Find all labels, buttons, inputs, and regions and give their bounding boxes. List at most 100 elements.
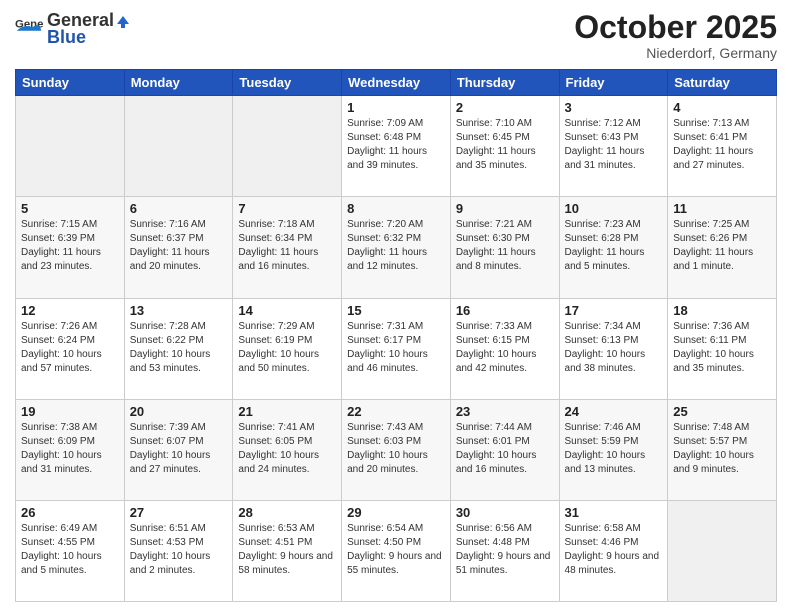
col-wednesday: Wednesday xyxy=(342,70,451,96)
day-number: 11 xyxy=(673,201,771,216)
calendar-cell: 27 Sunrise: 6:51 AMSunset: 4:53 PMDayligh… xyxy=(124,500,233,601)
day-number: 24 xyxy=(565,404,663,419)
day-number: 1 xyxy=(347,100,445,115)
day-number: 20 xyxy=(130,404,228,419)
calendar-cell: 25Sunrise: 7:48 AMSunset: 5:57 PMDayligh… xyxy=(668,399,777,500)
calendar-table: Sunday Monday Tuesday Wednesday Thursday… xyxy=(15,69,777,602)
day-number: 13 xyxy=(130,303,228,318)
day-number: 3 xyxy=(565,100,663,115)
day-info: Sunrise: 7:10 AMSunset: 6:45 PMDaylight:… xyxy=(456,117,554,173)
calendar-cell: 3 Sunrise: 7:12 AMSunset: 6:43 PMDaylight… xyxy=(559,96,668,197)
day-number: 27 xyxy=(130,505,228,520)
day-info: Sunrise: 7:44 AMSunset: 6:01 PMDaylight:… xyxy=(456,421,554,477)
calendar-cell: 6Sunrise: 7:16 AMSunset: 6:37 PMDaylight… xyxy=(124,197,233,298)
day-number: 17 xyxy=(565,303,663,318)
day-number: 31 xyxy=(565,505,663,520)
day-info: Sunrise: 6:54 AMSunset: 4:50 PMDaylight:… xyxy=(347,522,445,578)
day-number: 16 xyxy=(456,303,554,318)
calendar-cell: 26Sunrise: 6:49 AMSunset: 4:55 PMDayligh… xyxy=(16,500,125,601)
calendar-cell: 22 Sunrise: 7:43 AMSunset: 6:03 PMDayligh… xyxy=(342,399,451,500)
day-info: Sunrise: 7:39 AMSunset: 6:07 PMDaylight:… xyxy=(130,421,228,477)
day-info: Sunrise: 7:23 AMSunset: 6:28 PMDaylight:… xyxy=(565,218,663,274)
day-info: Sunrise: 7:41 AMSunset: 6:05 PMDaylight:… xyxy=(238,421,336,477)
calendar-cell: 12 Sunrise: 7:26 AMSunset: 6:24 PMDayligh… xyxy=(16,298,125,399)
calendar-cell xyxy=(233,96,342,197)
page: General General Blue October 2025 Nieder… xyxy=(0,0,792,612)
day-info: Sunrise: 7:26 AMSunset: 6:24 PMDaylight:… xyxy=(21,320,119,376)
day-number: 26 xyxy=(21,505,119,520)
day-number: 5 xyxy=(21,201,119,216)
day-info: Sunrise: 7:13 AMSunset: 6:41 PMDaylight:… xyxy=(673,117,771,173)
day-info: Sunrise: 6:58 AMSunset: 4:46 PMDaylight:… xyxy=(565,522,663,578)
calendar-header-row: Sunday Monday Tuesday Wednesday Thursday… xyxy=(16,70,777,96)
day-info: Sunrise: 6:56 AMSunset: 4:48 PMDaylight:… xyxy=(456,522,554,578)
calendar-week-1: 5 Sunrise: 7:15 AMSunset: 6:39 PMDaylight… xyxy=(16,197,777,298)
day-number: 9 xyxy=(456,201,554,216)
calendar-cell: 2 Sunrise: 7:10 AMSunset: 6:45 PMDaylight… xyxy=(450,96,559,197)
calendar-cell: 16 Sunrise: 7:33 AMSunset: 6:15 PMDayligh… xyxy=(450,298,559,399)
calendar-week-0: 1 Sunrise: 7:09 AMSunset: 6:48 PMDaylight… xyxy=(16,96,777,197)
day-number: 8 xyxy=(347,201,445,216)
day-number: 12 xyxy=(21,303,119,318)
calendar-cell: 20 Sunrise: 7:39 AMSunset: 6:07 PMDayligh… xyxy=(124,399,233,500)
calendar-cell: 5 Sunrise: 7:15 AMSunset: 6:39 PMDaylight… xyxy=(16,197,125,298)
day-number: 2 xyxy=(456,100,554,115)
day-info: Sunrise: 7:25 AMSunset: 6:26 PMDaylight:… xyxy=(673,218,771,274)
calendar-cell: 18 Sunrise: 7:36 AMSunset: 6:11 PMDayligh… xyxy=(668,298,777,399)
logo-icon: General xyxy=(15,15,43,43)
day-info: Sunrise: 7:31 AMSunset: 6:17 PMDaylight:… xyxy=(347,320,445,376)
calendar-cell: 28Sunrise: 6:53 AMSunset: 4:51 PMDayligh… xyxy=(233,500,342,601)
calendar-cell: 24 Sunrise: 7:46 AMSunset: 5:59 PMDayligh… xyxy=(559,399,668,500)
calendar-cell: 13 Sunrise: 7:28 AMSunset: 6:22 PMDayligh… xyxy=(124,298,233,399)
logo: General General Blue xyxy=(15,10,132,48)
day-info: Sunrise: 7:21 AMSunset: 6:30 PMDaylight:… xyxy=(456,218,554,274)
location: Niederdorf, Germany xyxy=(574,45,777,61)
day-info: Sunrise: 7:12 AMSunset: 6:43 PMDaylight:… xyxy=(565,117,663,173)
day-number: 15 xyxy=(347,303,445,318)
day-number: 23 xyxy=(456,404,554,419)
day-number: 21 xyxy=(238,404,336,419)
day-info: Sunrise: 7:28 AMSunset: 6:22 PMDaylight:… xyxy=(130,320,228,376)
calendar-cell: 1 Sunrise: 7:09 AMSunset: 6:48 PMDaylight… xyxy=(342,96,451,197)
day-info: Sunrise: 7:38 AMSunset: 6:09 PMDaylight:… xyxy=(21,421,119,477)
calendar-cell xyxy=(124,96,233,197)
header: General General Blue October 2025 Nieder… xyxy=(15,10,777,61)
day-info: Sunrise: 7:43 AMSunset: 6:03 PMDaylight:… xyxy=(347,421,445,477)
calendar-cell: 11 Sunrise: 7:25 AMSunset: 6:26 PMDayligh… xyxy=(668,197,777,298)
calendar-cell: 23 Sunrise: 7:44 AMSunset: 6:01 PMDayligh… xyxy=(450,399,559,500)
calendar-week-3: 19 Sunrise: 7:38 AMSunset: 6:09 PMDayligh… xyxy=(16,399,777,500)
calendar-week-2: 12 Sunrise: 7:26 AMSunset: 6:24 PMDayligh… xyxy=(16,298,777,399)
day-number: 6 xyxy=(130,201,228,216)
calendar-cell: 10Sunrise: 7:23 AMSunset: 6:28 PMDayligh… xyxy=(559,197,668,298)
col-saturday: Saturday xyxy=(668,70,777,96)
day-info: Sunrise: 7:36 AMSunset: 6:11 PMDaylight:… xyxy=(673,320,771,376)
day-number: 22 xyxy=(347,404,445,419)
day-number: 4 xyxy=(673,100,771,115)
calendar-cell: 17 Sunrise: 7:34 AMSunset: 6:13 PMDayligh… xyxy=(559,298,668,399)
calendar-cell: 19 Sunrise: 7:38 AMSunset: 6:09 PMDayligh… xyxy=(16,399,125,500)
calendar-cell: 31 Sunrise: 6:58 AMSunset: 4:46 PMDayligh… xyxy=(559,500,668,601)
title-block: October 2025 Niederdorf, Germany xyxy=(574,10,777,61)
calendar-cell: 14 Sunrise: 7:29 AMSunset: 6:19 PMDayligh… xyxy=(233,298,342,399)
day-number: 19 xyxy=(21,404,119,419)
day-info: Sunrise: 6:53 AMSunset: 4:51 PMDaylight:… xyxy=(238,522,336,578)
month-title: October 2025 xyxy=(574,10,777,45)
calendar-cell: 21 Sunrise: 7:41 AMSunset: 6:05 PMDayligh… xyxy=(233,399,342,500)
day-info: Sunrise: 7:29 AMSunset: 6:19 PMDaylight:… xyxy=(238,320,336,376)
day-number: 29 xyxy=(347,505,445,520)
day-info: Sunrise: 7:33 AMSunset: 6:15 PMDaylight:… xyxy=(456,320,554,376)
day-number: 18 xyxy=(673,303,771,318)
calendar-cell xyxy=(668,500,777,601)
calendar-cell xyxy=(16,96,125,197)
day-info: Sunrise: 7:46 AMSunset: 5:59 PMDaylight:… xyxy=(565,421,663,477)
day-number: 14 xyxy=(238,303,336,318)
day-info: Sunrise: 7:09 AMSunset: 6:48 PMDaylight:… xyxy=(347,117,445,173)
day-info: Sunrise: 7:34 AMSunset: 6:13 PMDaylight:… xyxy=(565,320,663,376)
day-info: Sunrise: 6:51 AMSunset: 4:53 PMDaylight:… xyxy=(130,522,228,578)
day-info: Sunrise: 7:48 AMSunset: 5:57 PMDaylight:… xyxy=(673,421,771,477)
day-info: Sunrise: 7:15 AMSunset: 6:39 PMDaylight:… xyxy=(21,218,119,274)
calendar-cell: 7Sunrise: 7:18 AMSunset: 6:34 PMDaylight… xyxy=(233,197,342,298)
day-info: Sunrise: 7:20 AMSunset: 6:32 PMDaylight:… xyxy=(347,218,445,274)
calendar-cell: 8 Sunrise: 7:20 AMSunset: 6:32 PMDaylight… xyxy=(342,197,451,298)
col-friday: Friday xyxy=(559,70,668,96)
